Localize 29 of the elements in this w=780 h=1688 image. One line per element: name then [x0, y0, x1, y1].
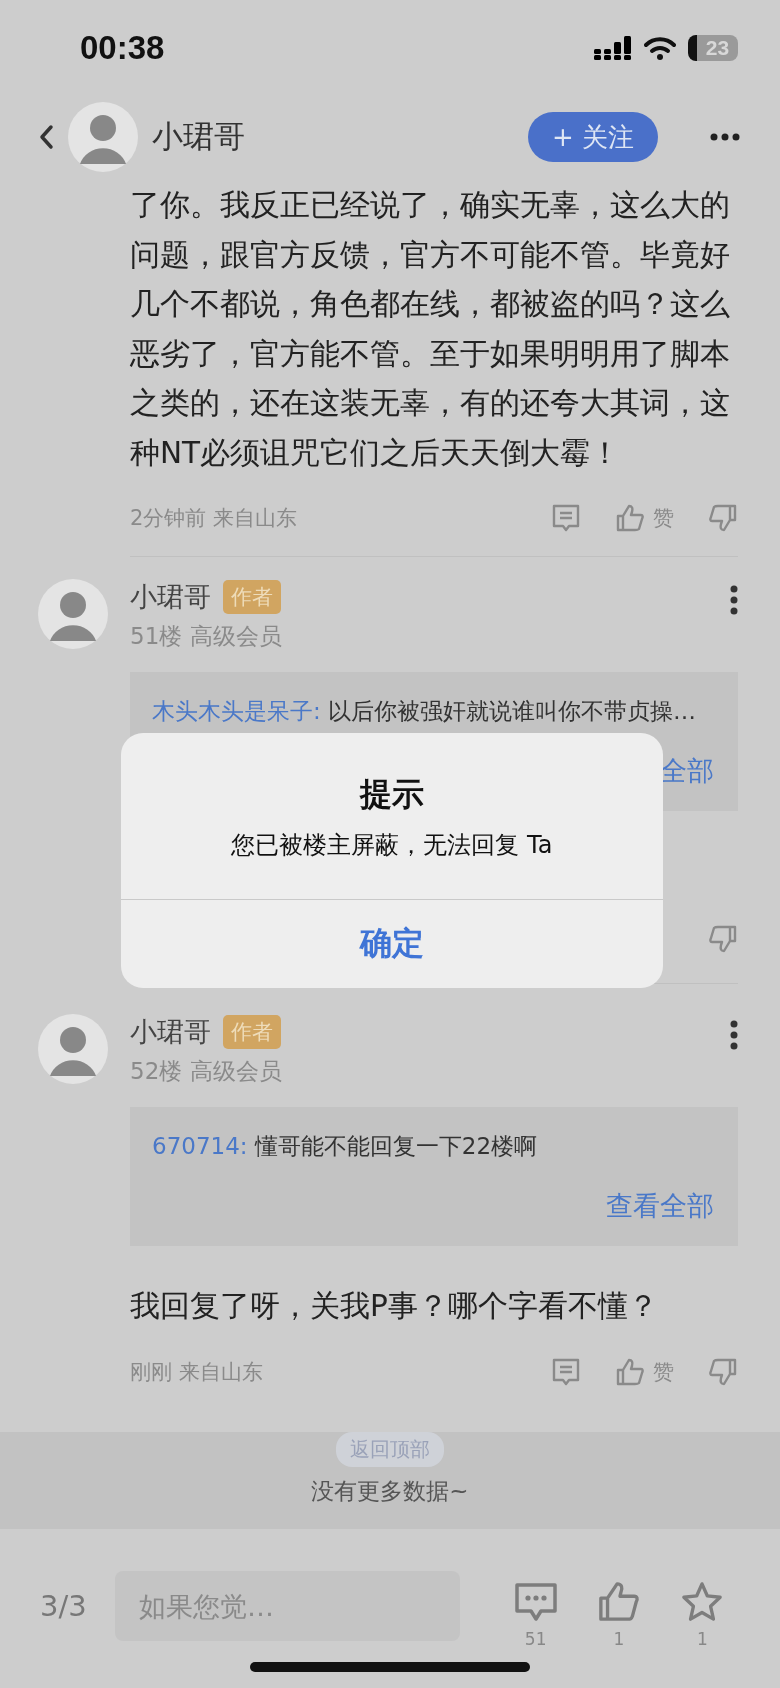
like-button[interactable]: 赞: [615, 503, 674, 533]
status-time: 00:38: [80, 28, 165, 67]
follow-button[interactable]: + 关注: [527, 112, 658, 162]
author-badge: 作者: [223, 580, 281, 614]
quote-text: 木头木头是呆子: 以后你被强奸就说谁叫你不带贞操…: [152, 697, 698, 726]
page-indicator: 3/3: [40, 1589, 88, 1623]
battery-icon: 23: [688, 34, 738, 61]
dialog-message: 您已被楼主屏蔽，无法回复 Ta: [231, 830, 553, 861]
commenter-name[interactable]: 小珺哥: [130, 579, 211, 615]
confirm-button[interactable]: 确定: [121, 900, 663, 988]
comment-meta: 刚刚 来自山东: [130, 1358, 263, 1386]
floor-info: 51楼 高级会员: [130, 622, 283, 651]
author-name[interactable]: 小珺哥: [152, 116, 514, 158]
comment-text: 我回复了呀，关我P事？哪个字看不懂？: [130, 1288, 659, 1325]
reply-input[interactable]: 如果您觉…: [115, 1571, 460, 1641]
author-badge: 作者: [223, 1015, 281, 1049]
post-text: 了你。我反正已经说了，确实无辜，这么大的问题，跟官方反馈，官方不可能不管。毕竟好几个不都说，角色都在线，都被盗的吗？这么恶劣了，官方能不管。至于如果明明用了脚本之类的，还在这装无辜，有的还夸大其词，这种NT必须诅咒它们之后天天倒大霉！: [130, 187, 731, 472]
commenter-name[interactable]: 小珺哥: [130, 1014, 211, 1050]
floor-info: 52楼 高级会员: [130, 1057, 283, 1086]
comment-count: 51: [524, 1629, 547, 1649]
like-button[interactable]: 赞: [615, 1356, 674, 1387]
post-meta: 2分钟前 来自山东: [130, 505, 298, 532]
dialog-title: 提示: [360, 774, 424, 815]
favorite-count: 1: [696, 1629, 708, 1649]
no-more-text: 没有更多数据~: [311, 1476, 469, 1506]
view-all-link[interactable]: 查看全部: [606, 1188, 714, 1224]
view-all-link[interactable]: 全部: [660, 753, 714, 789]
quote-text: 670714: 懂哥能不能回复一下22楼啊: [152, 1132, 539, 1161]
like-count: 1: [613, 1629, 625, 1649]
